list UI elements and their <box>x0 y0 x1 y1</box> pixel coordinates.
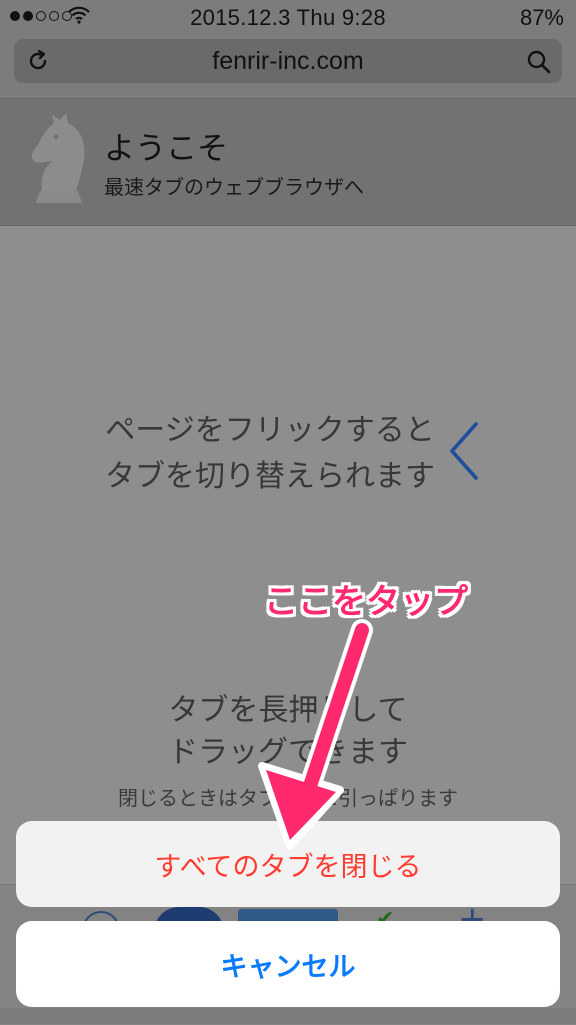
sheet-bottom-gap <box>0 1008 576 1024</box>
status-time: 2015.12.3 Thu 9:28 <box>190 5 386 30</box>
welcome-banner: ようこそ 最速タブのウェブブラウザへ <box>0 99 576 226</box>
search-icon[interactable] <box>526 49 552 75</box>
flick-hint-line1: ページをフリックすると <box>105 413 435 448</box>
drag-hint-line2: ドラッグできます <box>168 735 408 770</box>
address-bar: fenrir-inc.com <box>0 34 576 99</box>
close-all-tabs-button[interactable]: すべてのタブを閉じる <box>16 821 560 907</box>
annotation-callout: ここをタップ <box>264 582 468 622</box>
url-text[interactable]: fenrir-inc.com <box>14 47 562 76</box>
url-field[interactable]: fenrir-inc.com <box>14 39 562 83</box>
welcome-subtitle: 最速タブのウェブブラウザへ <box>104 175 364 199</box>
battery-percentage: 87% <box>519 5 564 30</box>
flick-hint-line2: タブを切り替えられます <box>105 459 435 494</box>
welcome-title: ようこそ <box>104 131 228 167</box>
cancel-button[interactable]: キャンセル <box>16 921 560 1007</box>
drag-hint-line1: タブを長押しして <box>168 693 408 728</box>
close-tab-hint: 閉じるときはタブを下に引っぱります <box>118 786 458 810</box>
status-bar: 2015.12.3 Thu 9:28 87% <box>0 0 576 34</box>
flick-hint: ページをフリックすると タブを切り替えられます <box>70 408 470 500</box>
chevron-left-icon <box>450 422 478 480</box>
knight-icon <box>31 113 85 203</box>
drag-hint: タブを長押しして ドラッグできます <box>88 690 488 774</box>
